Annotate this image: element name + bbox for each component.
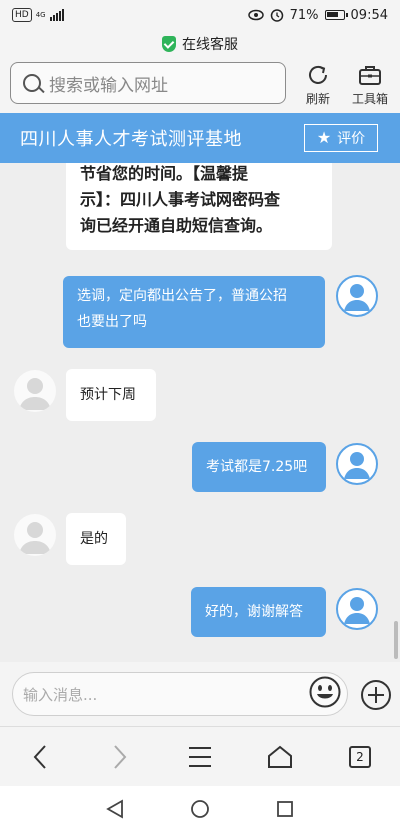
address-search-input[interactable]: 搜索或输入网址 xyxy=(10,62,286,104)
user-avatar-icon xyxy=(344,597,370,624)
message-line: 考试都是7.25吧 xyxy=(206,459,308,475)
battery-icon xyxy=(324,10,348,20)
phone-screen: HD 4G 71% 09:54 在线客服 搜索或输入网址 刷新 工具箱 四川人事… xyxy=(0,0,400,830)
online-service-banner[interactable]: 在线客服 xyxy=(0,30,400,58)
browser-toolbar: 搜索或输入网址 刷新 工具箱 xyxy=(0,58,400,110)
clock: 09:54 xyxy=(350,7,388,23)
message-line: 选调，定向都出公告了，普通公招 xyxy=(77,288,287,304)
refresh-button[interactable]: 刷新 xyxy=(296,62,340,107)
message-line: 好的，谢谢解答 xyxy=(205,604,303,620)
online-service-label: 在线客服 xyxy=(182,37,238,53)
message-line: 预计下周 xyxy=(80,387,136,403)
emoji-icon[interactable] xyxy=(308,675,342,709)
add-attachment-icon[interactable] xyxy=(360,679,392,711)
user-message-bubble: 好的，谢谢解答 xyxy=(191,587,326,637)
square-recents-icon xyxy=(277,801,293,817)
agent-avatar xyxy=(14,514,56,556)
system-recents-button[interactable] xyxy=(270,798,300,820)
chat-scrollbar[interactable] xyxy=(394,621,398,659)
rate-button[interactable]: ★ 评价 xyxy=(304,124,378,152)
message-line: 是的 xyxy=(80,531,108,547)
agent-message-bubble: 预计下周 xyxy=(66,369,156,421)
refresh-icon xyxy=(309,65,327,84)
forward-button[interactable] xyxy=(100,741,140,773)
status-bar: HD 4G 71% 09:54 xyxy=(0,0,400,30)
rate-label: 评价 xyxy=(337,131,366,147)
agent-avatar-icon xyxy=(19,378,51,410)
toolbox-label: 工具箱 xyxy=(351,92,388,106)
home-button[interactable] xyxy=(260,741,300,773)
system-back-button[interactable] xyxy=(100,798,130,820)
signal-icon xyxy=(49,9,64,21)
chevron-left-icon xyxy=(33,745,46,769)
message-line: 也要出了吗 xyxy=(77,314,147,330)
toolbox-icon xyxy=(359,66,381,85)
home-icon xyxy=(268,745,292,768)
battery-percent: 71% xyxy=(289,7,319,23)
menu-button[interactable] xyxy=(180,741,220,773)
back-button[interactable] xyxy=(20,741,60,773)
message-input-placeholder: 输入消息... xyxy=(23,685,98,704)
chat-header: 四川人事人才考试测评基地 ★ 评价 xyxy=(0,113,400,163)
message-line: 询已经开通自助短信查询。 xyxy=(80,216,273,235)
message-line: 示】：四川人事考试网密码查 xyxy=(80,190,281,209)
browser-nav-bar: 2 xyxy=(0,726,400,786)
message-input[interactable]: 输入消息... xyxy=(12,672,348,716)
alarm-icon xyxy=(270,9,283,22)
system-nav-bar xyxy=(0,786,400,830)
chevron-right-icon xyxy=(114,745,127,769)
tabs-count: 2 xyxy=(349,746,371,768)
eye-icon xyxy=(247,9,264,21)
page-title: 四川人事人才考试测评基地 xyxy=(20,129,242,150)
search-icon xyxy=(23,74,41,92)
refresh-label: 刷新 xyxy=(305,92,330,106)
user-avatar xyxy=(336,443,378,485)
agent-avatar xyxy=(14,370,56,412)
user-avatar-icon xyxy=(344,452,370,479)
shield-check-icon xyxy=(162,36,176,52)
chat-area[interactable]: 节省您的时间。【温馨提 示】：四川人事考试网密码查 询已经开通自助短信查询。 选… xyxy=(0,163,400,662)
composer: 输入消息... xyxy=(0,662,400,726)
circle-home-icon xyxy=(191,800,209,818)
toolbox-button[interactable]: 工具箱 xyxy=(348,62,392,107)
user-message-bubble: 考试都是7.25吧 xyxy=(192,442,326,492)
search-placeholder: 搜索或输入网址 xyxy=(49,75,168,96)
status-right: 71% 09:54 xyxy=(247,7,388,23)
user-message-bubble: 选调，定向都出公告了，普通公招 也要出了吗 xyxy=(63,276,325,348)
user-avatar xyxy=(336,275,378,317)
triangle-back-icon xyxy=(106,799,123,819)
user-avatar xyxy=(336,588,378,630)
agent-message-bubble: 节省您的时间。【温馨提 示】：四川人事考试网密码查 询已经开通自助短信查询。 xyxy=(66,163,332,250)
network-type: 4G xyxy=(35,10,46,19)
agent-avatar-icon xyxy=(19,522,51,554)
menu-icon xyxy=(189,747,211,767)
hd-badge: HD xyxy=(12,8,32,22)
status-left: HD 4G xyxy=(12,8,64,22)
agent-message-bubble: 是的 xyxy=(66,513,126,565)
message-line: 节省您的时间。【温馨提 xyxy=(80,164,249,183)
system-home-button[interactable] xyxy=(185,798,215,820)
tabs-button[interactable]: 2 xyxy=(340,741,380,773)
user-avatar-icon xyxy=(344,284,370,311)
star-icon: ★ xyxy=(316,128,332,147)
